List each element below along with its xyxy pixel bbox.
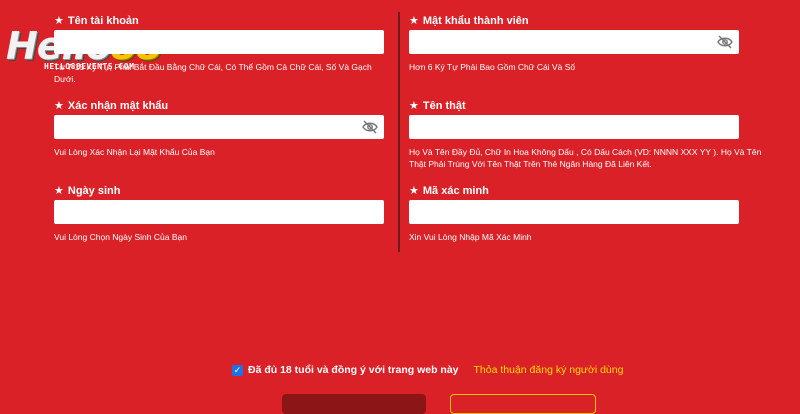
password-input[interactable] xyxy=(409,30,739,54)
username-input[interactable] xyxy=(54,30,384,54)
birthday-field-group: ★ Ngày sinh Vui Lòng Chọn Ngày Sinh Của … xyxy=(54,184,384,243)
column-divider xyxy=(398,12,400,252)
star-icon: ★ xyxy=(409,99,419,112)
password-label: ★ Mật khẩu thành viên xyxy=(409,14,529,27)
user-agreement-link[interactable]: Thỏa thuận đăng ký người dùng xyxy=(474,364,624,376)
real-name-input[interactable] xyxy=(409,115,739,139)
captcha-label: ★ Mã xác minh xyxy=(409,184,489,197)
star-icon: ★ xyxy=(54,14,64,27)
real-name-hint: Họ Và Tên Đầy Đủ, Chữ In Hoa Không Dấu ,… xyxy=(409,147,762,169)
star-icon: ★ xyxy=(54,99,64,112)
password-field-group: ★ Mật khẩu thành viên Hơn 6 Ký Tự Phải B… xyxy=(409,14,739,73)
secondary-button[interactable] xyxy=(450,394,596,414)
username-field-group: ★ Tên tài khoản Từ 7-15 Ký Tự, Phải Bắt … xyxy=(54,14,384,85)
confirm-password-label: ★ Xác nhận mật khẩu xyxy=(54,99,169,112)
username-label: ★ Tên tài khoản xyxy=(54,14,139,27)
eye-off-icon[interactable] xyxy=(717,35,733,49)
age-agreement-checkbox[interactable]: ✓ xyxy=(232,364,243,376)
real-name-field-group: ★ Tên thật Họ Và Tên Đầy Đủ, Chữ In Hoa … xyxy=(409,99,761,170)
real-name-label: ★ Tên thật xyxy=(409,99,466,112)
birthday-label: ★ Ngày sinh xyxy=(54,184,121,197)
username-hint: Từ 7-15 Ký Tự, Phải Bắt Đầu Bằng Chữ Cái… xyxy=(54,62,372,84)
captcha-input[interactable] xyxy=(409,200,739,224)
eye-off-icon[interactable] xyxy=(362,120,378,134)
captcha-hint: Xin Vui Lòng Nhập Mã Xác Minh xyxy=(409,232,532,242)
confirm-password-field-group: ★ Xác nhận mật khẩu Vui Lòng Xác Nhận Lạ… xyxy=(54,99,384,158)
star-icon: ★ xyxy=(54,184,64,197)
agreement-row: ✓ Đã đủ 18 tuổi và đồng ý với trang web … xyxy=(232,364,623,376)
star-icon: ★ xyxy=(409,14,419,27)
captcha-field-group: ★ Mã xác minh Xin Vui Lòng Nhập Mã Xác M… xyxy=(409,184,739,243)
star-icon: ★ xyxy=(409,184,419,197)
birthday-input[interactable] xyxy=(54,200,384,224)
password-hint: Hơn 6 Ký Tự Phải Bao Gồm Chữ Cái Và Số xyxy=(409,62,576,72)
register-button[interactable] xyxy=(282,394,426,414)
confirm-password-input[interactable] xyxy=(54,115,384,139)
confirm-password-hint: Vui Lòng Xác Nhận Lại Mật Khẩu Của Bạn xyxy=(54,147,215,157)
birthday-hint: Vui Lòng Chọn Ngày Sinh Của Bạn xyxy=(54,232,187,242)
agreement-text: Đã đủ 18 tuổi và đồng ý với trang web nà… xyxy=(248,364,459,376)
